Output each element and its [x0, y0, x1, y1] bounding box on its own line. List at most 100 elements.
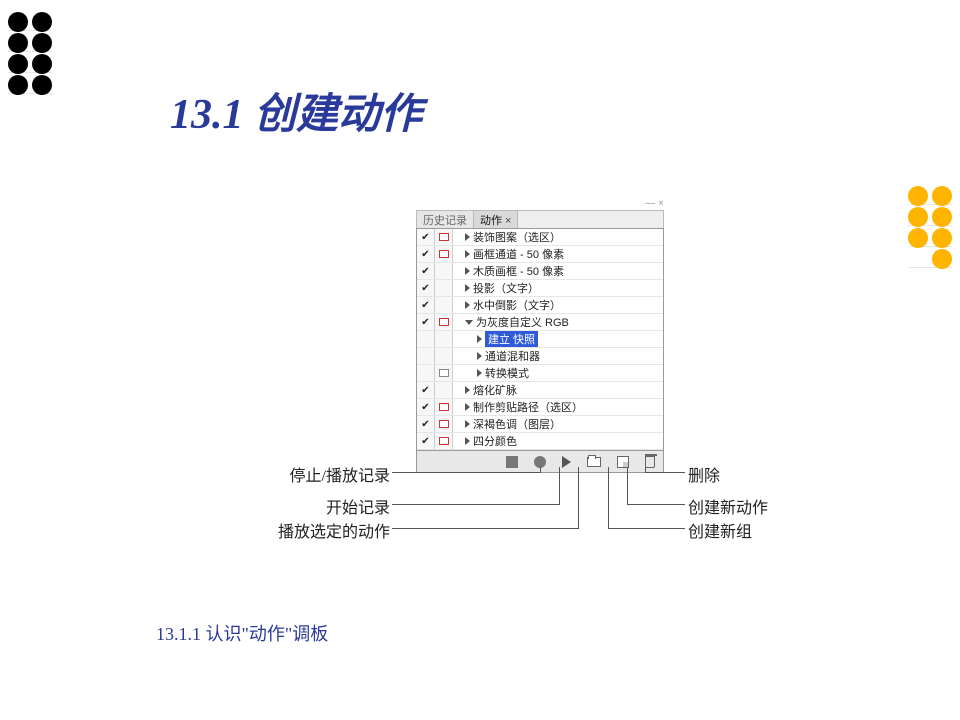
actions-list: ✔装饰图案（选区）✔画框通道 - 50 像素✔木质画框 - 50 像素✔投影（文…: [416, 228, 664, 451]
toggle-checkbox[interactable]: ✔: [417, 229, 435, 245]
action-row[interactable]: ✔ 投影（文字）: [417, 280, 663, 297]
chevron-right-icon[interactable]: [465, 250, 470, 258]
decorative-dots-right: [908, 188, 952, 272]
action-row[interactable]: ✔装饰图案（选区）: [417, 229, 663, 246]
trash-icon[interactable]: [645, 456, 655, 468]
chevron-right-icon[interactable]: [465, 403, 470, 411]
leader-line: [608, 467, 609, 529]
action-label: 制作剪贴路径（选区）: [473, 399, 583, 415]
sub-heading-number: 13.1.1: [156, 624, 201, 644]
action-row[interactable]: ✔ 水中倒影（文字）: [417, 297, 663, 314]
dialog-icon: [439, 233, 449, 241]
action-content: 画框通道 - 50 像素: [453, 246, 663, 262]
leader-line: [540, 467, 541, 473]
toggle-checkbox[interactable]: ✔: [417, 399, 435, 415]
tab-actions[interactable]: 动作: [474, 211, 518, 228]
action-row[interactable]: ✔深褐色调（图层）: [417, 416, 663, 433]
chevron-right-icon[interactable]: [465, 301, 470, 309]
chevron-down-icon[interactable]: [465, 320, 473, 325]
dialog-toggle[interactable]: [435, 365, 453, 381]
action-label: 熔化矿脉: [473, 382, 517, 398]
sub-heading: 13.1.1 认识"动作"调板: [156, 620, 328, 646]
page-title: 13.1 创建动作: [170, 80, 422, 141]
toggle-checkbox[interactable]: [417, 348, 435, 364]
action-row[interactable]: ✔ 木质画框 - 50 像素: [417, 263, 663, 280]
minimize-icon[interactable]: —: [645, 198, 655, 209]
record-icon[interactable]: [534, 456, 546, 468]
dialog-toggle[interactable]: [435, 382, 453, 398]
action-label: 四分颜色: [473, 433, 517, 449]
chevron-right-icon[interactable]: [477, 335, 482, 343]
dialog-toggle[interactable]: [435, 331, 453, 347]
toggle-checkbox[interactable]: ✔: [417, 297, 435, 313]
action-label: 投影（文字）: [473, 280, 539, 296]
toggle-checkbox[interactable]: [417, 331, 435, 347]
action-content: 熔化矿脉: [453, 382, 663, 398]
action-row[interactable]: ✔ 熔化矿脉: [417, 382, 663, 399]
action-row[interactable]: ✔ 为灰度自定义 RGB: [417, 314, 663, 331]
chevron-right-icon[interactable]: [477, 352, 482, 360]
leader-line: [392, 528, 578, 529]
new-action-icon[interactable]: [617, 456, 629, 468]
toggle-checkbox[interactable]: ✔: [417, 382, 435, 398]
dialog-toggle[interactable]: [435, 348, 453, 364]
chevron-right-icon[interactable]: [465, 420, 470, 428]
toggle-checkbox[interactable]: ✔: [417, 314, 435, 330]
dialog-icon: [439, 250, 449, 258]
action-row[interactable]: ✔ 画框通道 - 50 像素: [417, 246, 663, 263]
dialog-icon: [439, 437, 449, 445]
dialog-toggle[interactable]: [435, 399, 453, 415]
toggle-checkbox[interactable]: [417, 365, 435, 381]
chevron-right-icon[interactable]: [465, 284, 470, 292]
action-row[interactable]: ✔ 四分颜色: [417, 433, 663, 450]
dialog-toggle[interactable]: [435, 416, 453, 432]
action-row[interactable]: ✔ 制作剪贴路径（选区）: [417, 399, 663, 416]
dialog-toggle[interactable]: [435, 280, 453, 296]
toggle-checkbox[interactable]: ✔: [417, 263, 435, 279]
tab-history[interactable]: 历史记录: [417, 211, 474, 228]
leader-line: [627, 504, 685, 505]
toggle-checkbox[interactable]: ✔: [417, 246, 435, 262]
action-content: 水中倒影（文字）: [453, 297, 663, 313]
action-row[interactable]: 建立 快照: [417, 331, 663, 348]
callout-new-group: 创建新组: [688, 518, 752, 542]
dialog-toggle[interactable]: [435, 314, 453, 330]
new-folder-icon[interactable]: [587, 457, 601, 467]
dialog-icon: [439, 420, 449, 428]
leader-line: [392, 504, 559, 505]
action-content: 投影（文字）: [453, 280, 663, 296]
action-label: 建立 快照: [485, 331, 538, 347]
stop-icon[interactable]: [506, 456, 518, 468]
sub-heading-text: 认识"动作"调板: [201, 624, 328, 644]
chevron-right-icon[interactable]: [465, 267, 470, 275]
chevron-right-icon[interactable]: [477, 369, 482, 377]
toggle-checkbox[interactable]: ✔: [417, 280, 435, 296]
action-label: 水中倒影（文字）: [473, 297, 561, 313]
chevron-right-icon[interactable]: [465, 437, 470, 445]
callout-play-selected: 播放选定的动作: [240, 518, 390, 542]
close-icon[interactable]: ×: [658, 198, 664, 209]
dialog-toggle[interactable]: [435, 433, 453, 449]
action-row[interactable]: 转换模式: [417, 365, 663, 382]
toggle-checkbox[interactable]: ✔: [417, 433, 435, 449]
action-label: 通道混和器: [485, 348, 540, 364]
action-label: 木质画框 - 50 像素: [473, 263, 564, 279]
callout-start-record: 开始记录: [240, 494, 390, 518]
action-label: 转换模式: [485, 365, 529, 381]
toggle-checkbox[interactable]: ✔: [417, 416, 435, 432]
action-row[interactable]: 通道混和器: [417, 348, 663, 365]
leader-line: [559, 467, 560, 505]
callout-new-action: 创建新动作: [688, 494, 768, 518]
leader-line: [627, 467, 628, 505]
chevron-right-icon[interactable]: [465, 386, 470, 394]
chevron-right-icon[interactable]: [465, 233, 470, 241]
action-content: 为灰度自定义 RGB: [453, 314, 663, 330]
action-content: 建立 快照: [453, 331, 663, 347]
dialog-toggle[interactable]: [435, 297, 453, 313]
action-content: 木质画框 - 50 像素: [453, 263, 663, 279]
dialog-toggle[interactable]: [435, 263, 453, 279]
dialog-toggle[interactable]: [435, 229, 453, 245]
dialog-toggle[interactable]: [435, 246, 453, 262]
play-icon[interactable]: [562, 456, 571, 468]
leader-line: [645, 467, 646, 473]
